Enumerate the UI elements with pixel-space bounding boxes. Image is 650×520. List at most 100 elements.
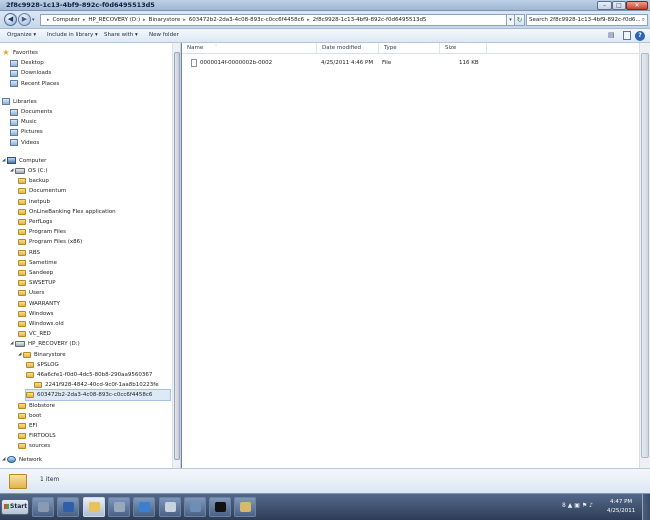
- breadcrumb-603472b2[interactable]: 603472b2-2da3-4c08-893c-c0cc6f4458c6: [189, 17, 304, 23]
- include-in-library-button[interactable]: Include in library ▾: [47, 32, 98, 38]
- nav-folder-boot[interactable]: boot: [18, 411, 41, 421]
- nav-scrollbar-thumb[interactable]: [174, 52, 180, 460]
- nav-folder-users[interactable]: Users: [18, 288, 44, 298]
- nav-folder-sources[interactable]: sources: [18, 441, 50, 451]
- maximize-button[interactable]: □: [612, 1, 626, 10]
- file-name: 0000014f-0000002b-0002: [200, 60, 273, 66]
- nav-item-desktop[interactable]: Desktop: [10, 58, 44, 68]
- organize-button[interactable]: Organize ▾: [7, 32, 36, 38]
- crumb-separator-icon[interactable]: ▸: [307, 17, 310, 23]
- nav-folder-windows[interactable]: Windows: [18, 309, 54, 319]
- nav-item-recent-places[interactable]: Recent Places: [10, 79, 59, 89]
- nav-folder-binarystore[interactable]: ◢ Binarystore: [18, 350, 66, 360]
- column-date-modified[interactable]: Date modified: [317, 43, 379, 54]
- preview-pane-icon[interactable]: [623, 31, 631, 40]
- clock-date[interactable]: 4/25/2011: [607, 508, 635, 514]
- tray-icons[interactable]: 8 ▲ ▣ ⚑ ♪: [562, 502, 593, 509]
- nav-item-music[interactable]: Music: [10, 117, 37, 127]
- change-view-icon[interactable]: ▤: [608, 31, 615, 39]
- nav-drive-c[interactable]: ◢ OS (C:): [10, 166, 48, 176]
- nav-folder-perflogs[interactable]: PerfLogs: [18, 217, 52, 227]
- nav-drive-d[interactable]: ◢ HP_RECOVERY (D:): [10, 339, 80, 349]
- taskbar-documents-button[interactable]: [158, 497, 181, 517]
- folder-icon: [18, 423, 26, 429]
- taskbar-tools-button[interactable]: [107, 497, 130, 517]
- nav-item-label: OS (C:): [28, 168, 48, 174]
- nav-folder-documentum[interactable]: Documentum: [18, 186, 66, 196]
- nav-folder-rbs[interactable]: RBS: [18, 248, 40, 258]
- breadcrumb-hp-recovery[interactable]: HP_RECOVERY (D:): [88, 17, 140, 23]
- breadcrumb-binarystore[interactable]: Binarystore: [149, 17, 181, 23]
- new-folder-button[interactable]: New folder: [149, 32, 179, 38]
- nav-folder-efi[interactable]: EFI: [18, 421, 37, 431]
- refresh-icon[interactable]: ↻: [515, 14, 525, 26]
- search-input[interactable]: Search 2f8c9928-1c13-4bf9-892c-f0d6... ⌕: [526, 14, 648, 26]
- taskbar-command-prompt-button[interactable]: [209, 497, 232, 517]
- nav-group-network[interactable]: ◢ Network: [2, 455, 42, 465]
- back-button[interactable]: ◀: [4, 13, 17, 26]
- nav-folder-sametime[interactable]: Sametime: [18, 258, 57, 268]
- nav-item-documents[interactable]: Documents: [10, 107, 52, 117]
- nav-item-pictures[interactable]: Pictures: [10, 127, 43, 137]
- minimize-button[interactable]: –: [597, 1, 612, 10]
- address-dropdown-icon[interactable]: ▾: [507, 14, 515, 26]
- nav-folder-pslog[interactable]: $PSLOG: [26, 360, 59, 370]
- content-scrollbar-thumb[interactable]: [641, 53, 649, 458]
- nav-folder-sandeep[interactable]: Sandeep: [18, 268, 53, 278]
- content-scrollbar[interactable]: [639, 43, 650, 468]
- show-desktop-button[interactable]: [642, 494, 650, 520]
- nav-item-downloads[interactable]: Downloads: [10, 68, 51, 78]
- nav-scrollbar[interactable]: [172, 43, 180, 468]
- crumb-separator-icon[interactable]: ▸: [47, 17, 50, 23]
- breadcrumb-computer[interactable]: Computer: [53, 17, 80, 23]
- nav-folder-46a6cfe1[interactable]: 46a6cfe1-f0d0-4dc5-80b8-290aa9560367: [26, 370, 152, 380]
- breadcrumb-current-folder[interactable]: 2f8c9928-1c13-4bf9-892c-f0d6495513d5: [313, 17, 427, 23]
- share-with-button[interactable]: Share with ▾: [104, 32, 138, 38]
- nav-folder-windows-old[interactable]: Windows.old: [18, 319, 64, 329]
- forward-button[interactable]: ▶: [18, 13, 31, 26]
- nav-folder-onlinebanking-flex-application[interactable]: OnLineBanking Flex application: [18, 207, 116, 217]
- folder-icon: [18, 433, 26, 440]
- nav-item-label: WARRANTY: [29, 300, 60, 307]
- help-icon[interactable]: ?: [635, 31, 645, 41]
- nav-group-libraries[interactable]: Libraries: [2, 97, 37, 107]
- nav-folder-vc-red[interactable]: VC_RED: [18, 329, 51, 339]
- tools-icon: [113, 502, 125, 512]
- column-type[interactable]: Type: [379, 43, 440, 54]
- taskbar-explorer-button[interactable]: [82, 497, 105, 517]
- nav-folder-swsetup[interactable]: SWSETUP: [18, 278, 56, 288]
- nav-group-favorites[interactable]: ★ Favorites: [2, 48, 37, 58]
- nav-folder-2241f928[interactable]: 2241f928-4842-40cd-9c0f-1aa8b10223fe: [34, 380, 159, 390]
- crumb-separator-icon[interactable]: ▸: [143, 17, 146, 23]
- close-button[interactable]: ✕: [626, 1, 648, 10]
- taskbar-network-utility-button[interactable]: [183, 497, 206, 517]
- nav-folder-blobstore[interactable]: Blobstore: [18, 401, 55, 411]
- nav-folder-603472b2[interactable]: 603472b2-2da3-4c08-893c-c0cc6f4458c6: [25, 389, 171, 402]
- column-name[interactable]: Name: [182, 43, 317, 54]
- network-utility-icon: [189, 502, 201, 512]
- nav-folder-firtools[interactable]: FIRTOOLS: [18, 431, 56, 441]
- address-bar[interactable]: ▸ Computer ▸ HP_RECOVERY (D:) ▸ Binaryst…: [40, 14, 507, 26]
- start-button[interactable]: Start: [1, 499, 29, 515]
- nav-folder-program-files[interactable]: Program Files: [18, 227, 66, 237]
- nav-folder-inetpub[interactable]: inetpub: [18, 197, 50, 207]
- powershell-icon: [63, 502, 75, 512]
- taskbar-server-manager-button[interactable]: [32, 497, 54, 517]
- nav-item-videos[interactable]: Videos: [10, 138, 39, 148]
- column-size[interactable]: Size: [440, 43, 487, 54]
- search-icon[interactable]: ⌕: [642, 15, 645, 25]
- clock-time[interactable]: 4:47 PM: [610, 499, 632, 505]
- crumb-separator-icon[interactable]: ▸: [83, 17, 86, 23]
- recent-pages-button[interactable]: ▾: [32, 17, 35, 23]
- nav-folder-program-files-x86-[interactable]: Program Files (x86): [18, 237, 82, 247]
- taskbar-utility-button[interactable]: [234, 497, 257, 517]
- command-prompt-icon: [215, 502, 227, 512]
- taskbar-powershell-button[interactable]: [57, 497, 80, 517]
- taskbar-internet-explorer-button[interactable]: [133, 497, 156, 517]
- command-bar: Organize ▾ Include in library ▾ Share wi…: [0, 29, 650, 43]
- file-row[interactable]: 0000014f-0000002b-0002 4/25/2011 4:46 PM…: [182, 58, 487, 68]
- nav-group-computer[interactable]: ◢ Computer: [2, 156, 46, 166]
- nav-folder-warranty[interactable]: WARRANTY: [18, 299, 60, 309]
- crumb-separator-icon[interactable]: ▸: [183, 17, 186, 23]
- nav-folder-backup[interactable]: backup: [18, 176, 49, 186]
